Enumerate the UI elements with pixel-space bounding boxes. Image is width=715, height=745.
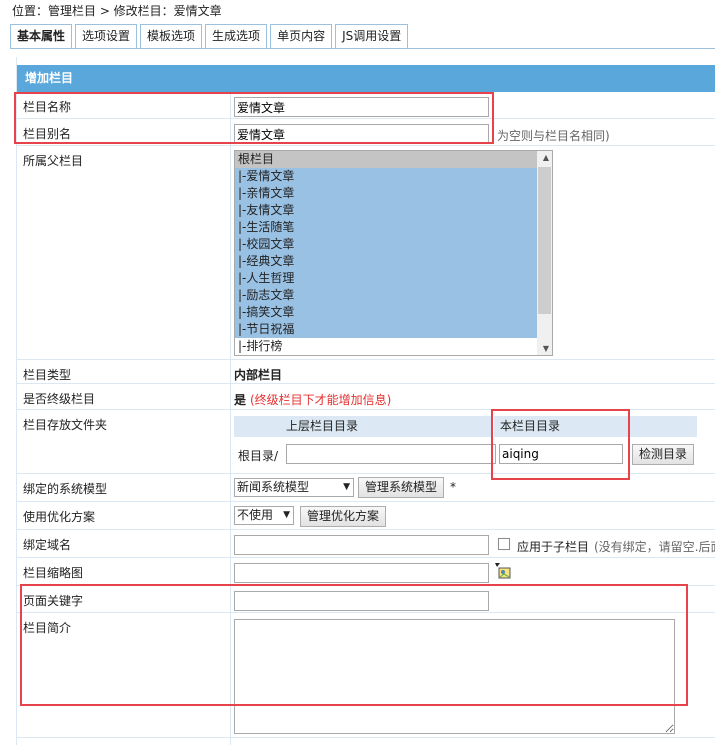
domain-child-label: 应用于子栏目 [517, 540, 590, 554]
tab-options[interactable]: 选项设置 [75, 24, 138, 49]
list-item[interactable]: |-友情文章 [235, 202, 537, 219]
breadcrumb: 位置：管理栏目 > 修改栏目：爱情文章 [12, 4, 222, 18]
thumb-input[interactable] [234, 563, 489, 583]
highlight-box [14, 92, 494, 144]
alias-hint: 为空则与栏目名相同) [497, 129, 610, 143]
row-type: 栏目类型 [16, 360, 715, 384]
model-label: 绑定的系统模型 [23, 482, 108, 496]
image-select-icon[interactable] [495, 563, 511, 579]
scroll-thumb[interactable] [538, 167, 551, 314]
domain-input[interactable] [234, 535, 489, 555]
manage-model-button[interactable]: 管理系统模型 [358, 477, 445, 498]
type-value: 内部栏目 [234, 368, 283, 382]
domain-label: 绑定域名 [23, 538, 72, 552]
chevron-down-icon: ▼ [343, 482, 350, 492]
parent-label: 所属父栏目 [23, 154, 84, 168]
final-label: 是否终级栏目 [23, 392, 96, 406]
listbox-scrollbar[interactable]: ▲ ▼ [537, 151, 552, 355]
list-item[interactable]: |-亲情文章 [235, 185, 537, 202]
tab-bar: 基本属性 选项设置 模板选项 生成选项 单页内容 JS调用设置 [10, 24, 411, 49]
folder-label: 栏目存放文件夹 [23, 418, 108, 432]
parent-listbox[interactable]: 根栏目 |-爱情文章 |-亲情文章 |-友情文章 |-生活随笔 |-校园文章 |… [234, 150, 553, 356]
tab-generate[interactable]: 生成选项 [205, 24, 268, 49]
manage-optimize-button[interactable]: 管理优化方案 [300, 506, 387, 527]
type-label: 栏目类型 [23, 368, 72, 382]
list-item[interactable]: |-排行榜 [235, 338, 552, 355]
section-header: 增加栏目 [17, 65, 715, 92]
model-select[interactable]: 新闻系统模型 ▼ [234, 478, 354, 497]
list-item[interactable]: |-人生哲理 [235, 270, 537, 287]
list-item[interactable]: |-节日祝福 [235, 321, 537, 338]
scroll-down-icon[interactable]: ▼ [543, 344, 549, 353]
list-item[interactable]: |-搞笑文章 [235, 304, 537, 321]
highlight-box [491, 409, 630, 480]
list-item[interactable]: |-生活随笔 [235, 219, 537, 236]
list-item[interactable]: |-校园文章 [235, 236, 537, 253]
chevron-down-icon: ▼ [283, 510, 290, 520]
highlight-box [20, 584, 688, 706]
parent-dir-input[interactable] [286, 444, 496, 464]
optimize-select[interactable]: 不使用 ▼ [234, 506, 294, 525]
optimize-label: 使用优化方案 [23, 510, 96, 524]
list-item[interactable]: 根栏目 [235, 151, 552, 168]
apply-child-checkbox[interactable] [498, 538, 510, 550]
scroll-up-icon[interactable]: ▲ [543, 153, 549, 162]
tab-template[interactable]: 模板选项 [140, 24, 203, 49]
list-item[interactable]: |-经典文章 [235, 253, 537, 270]
domain-hint: (没有绑定，请留空.后面 [594, 540, 715, 554]
tab-underline [10, 48, 715, 49]
final-note: (终级栏目下才能增加信息) [250, 393, 392, 407]
required-mark: * [450, 480, 456, 494]
folder-root-text: 根目录/ [238, 449, 279, 463]
tab-basic[interactable]: 基本属性 [10, 24, 73, 49]
check-dir-button[interactable]: 检测目录 [632, 444, 695, 465]
thumb-label: 栏目缩略图 [23, 566, 84, 580]
list-item[interactable]: |-励志文章 [235, 287, 537, 304]
folder-parent-head: 上层栏目目录 [234, 416, 492, 437]
tab-single-page[interactable]: 单页内容 [270, 24, 333, 49]
list-item[interactable]: |-爱情文章 [235, 168, 537, 185]
final-value: 是 [234, 393, 247, 407]
tab-js-call[interactable]: JS调用设置 [335, 24, 409, 49]
